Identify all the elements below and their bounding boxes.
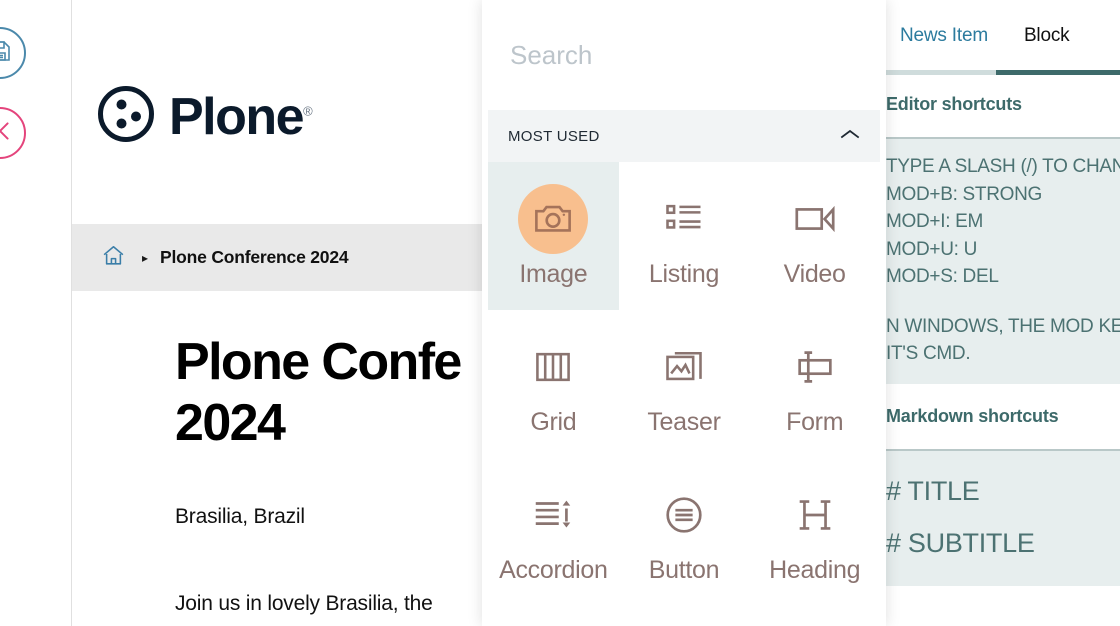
most-used-label: MOST USED: [508, 127, 600, 145]
block-chooser-panel: MOST USED Image: [482, 0, 886, 626]
markdown-line: # TITLE: [886, 475, 980, 506]
left-toolbar: [0, 0, 72, 626]
tab-news-item[interactable]: News Item: [900, 25, 988, 47]
block-tile-button[interactable]: Button: [619, 458, 750, 606]
registered-mark: ®: [303, 103, 313, 119]
block-tile-label: Form: [786, 407, 844, 436]
grid-icon: [531, 332, 575, 402]
markdown-shortcuts-body: # TITLE # SUBTITLE: [886, 450, 1120, 587]
block-tile-accordion[interactable]: Accordion: [488, 458, 619, 606]
cancel-button[interactable]: [0, 107, 26, 159]
block-tile-listing[interactable]: Listing: [619, 162, 750, 310]
chevron-up-icon[interactable]: [840, 127, 860, 145]
block-tile-label: Grid: [530, 407, 577, 436]
block-tile-video[interactable]: Video: [749, 162, 880, 310]
block-tile-label: Button: [648, 555, 720, 584]
block-tile-label: Video: [783, 259, 846, 288]
list-icon: [662, 184, 706, 254]
shortcut-line: TYPE A SLASH (/) TO CHANGE: [886, 156, 1120, 177]
block-search-row: [482, 0, 886, 110]
block-tile-label: Accordion: [499, 555, 608, 584]
plone-logo: Plone®: [97, 85, 313, 148]
editor-shortcuts-heading: Editor shortcuts: [886, 72, 1120, 137]
tab-underline: [886, 70, 1120, 75]
block-tile-label: Image: [519, 259, 588, 288]
markdown-shortcuts-heading: Markdown shortcuts: [886, 383, 1120, 449]
plone-editor-screen: Plone® ▸ Plone Conference 2024 Plone Con…: [0, 0, 1120, 626]
right-sidebar: News Item Block Editor shortcuts TYPE A …: [886, 0, 1120, 626]
shortcut-note-line: N WINDOWS, THE MOD KE: [886, 315, 1120, 337]
block-tile-heading[interactable]: Heading: [749, 458, 880, 606]
search-input[interactable]: [508, 38, 860, 72]
heading-icon: [792, 480, 838, 550]
shortcut-line: MOD+S: DEL: [886, 266, 999, 288]
home-icon[interactable]: [101, 243, 126, 273]
button-icon: [661, 480, 707, 550]
editor-shortcuts-body: TYPE A SLASH (/) TO CHANGE MOD+B: STRONG…: [886, 139, 1120, 384]
shortcut-line: MOD+U: U: [886, 238, 978, 260]
sidebar-tabs: News Item Block: [886, 0, 1120, 75]
close-x-icon: [0, 118, 13, 149]
plone-mark-icon: [97, 85, 155, 148]
block-grid: Image Listing Video Grid Teaser Form Acc…: [482, 162, 886, 606]
most-used-group-header[interactable]: MOST USED: [488, 110, 880, 162]
shortcut-line: MOD+B: STRONG: [886, 183, 1043, 205]
page-subtitle[interactable]: Brasilia, Brazil: [175, 505, 305, 529]
floppy-disk-icon: [0, 39, 12, 68]
block-tile-label: Teaser: [647, 407, 721, 436]
accordion-icon: [530, 480, 576, 550]
save-button[interactable]: [0, 27, 26, 79]
block-tile-teaser[interactable]: Teaser: [619, 310, 750, 458]
teaser-icon: [662, 332, 706, 402]
video-icon: [792, 184, 838, 254]
breadcrumb-separator: ▸: [142, 250, 149, 265]
form-icon: [792, 332, 838, 402]
block-tile-label: Listing: [648, 259, 720, 288]
breadcrumb-current[interactable]: Plone Conference 2024: [160, 247, 349, 268]
camera-icon: [518, 183, 589, 254]
block-tile-image[interactable]: Image: [488, 162, 619, 310]
block-tile-grid[interactable]: Grid: [488, 310, 619, 458]
markdown-line: # SUBTITLE: [886, 528, 1035, 559]
block-tile-form[interactable]: Form: [749, 310, 880, 458]
tab-active-indicator: [996, 70, 1120, 75]
block-tile-label: Heading: [769, 555, 861, 584]
plone-wordmark: Plone®: [169, 87, 313, 146]
shortcut-line: MOD+I: EM: [886, 211, 984, 233]
shortcut-note-line: IT'S CMD.: [886, 343, 971, 365]
tab-block[interactable]: Block: [1024, 25, 1070, 47]
